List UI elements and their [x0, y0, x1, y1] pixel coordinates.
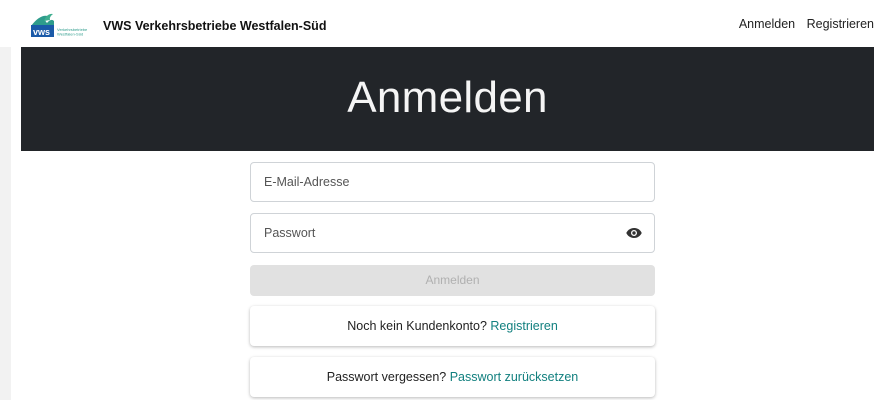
email-input[interactable] — [251, 163, 654, 201]
nav-links: Anmelden Registrieren — [731, 17, 874, 31]
brand[interactable]: vws Verkehrsbetriebe Westfalen-Süd VWS V… — [31, 9, 326, 37]
register-prompt-text: Noch kein Kundenkonto? — [347, 319, 491, 333]
register-link[interactable]: Registrieren — [490, 319, 557, 333]
reset-prompt-text: Passwort vergessen? — [326, 370, 450, 384]
nav-register-link[interactable]: Registrieren — [807, 17, 874, 31]
nav-login-link[interactable]: Anmelden — [739, 17, 795, 31]
vws-logo: vws Verkehrsbetriebe Westfalen-Süd — [31, 9, 97, 37]
logo-subtext-line-2: Westfalen-Süd — [57, 32, 83, 37]
login-submit-button[interactable]: Anmelden — [250, 265, 655, 296]
brand-name[interactable]: VWS Verkehrsbetriebe Westfalen-Süd — [103, 19, 326, 33]
register-card: Noch kein Kundenkonto? Registrieren — [250, 306, 655, 346]
reset-password-link[interactable]: Passwort zurücksetzen — [450, 370, 579, 384]
left-rail — [0, 47, 11, 400]
eye-icon[interactable] — [626, 227, 642, 239]
hero-banner: Anmelden — [21, 47, 874, 151]
vws-logo-graphic: vws Verkehrsbetriebe Westfalen-Süd — [31, 13, 88, 37]
top-navbar: vws Verkehrsbetriebe Westfalen-Süd VWS V… — [0, 0, 874, 47]
password-input[interactable] — [251, 214, 654, 252]
page-title: Anmelden — [347, 73, 548, 122]
email-field[interactable] — [250, 162, 655, 202]
password-field[interactable] — [250, 213, 655, 253]
logo-wordmark: vws — [33, 27, 50, 37]
reset-password-card: Passwort vergessen? Passwort zurücksetze… — [250, 357, 655, 397]
